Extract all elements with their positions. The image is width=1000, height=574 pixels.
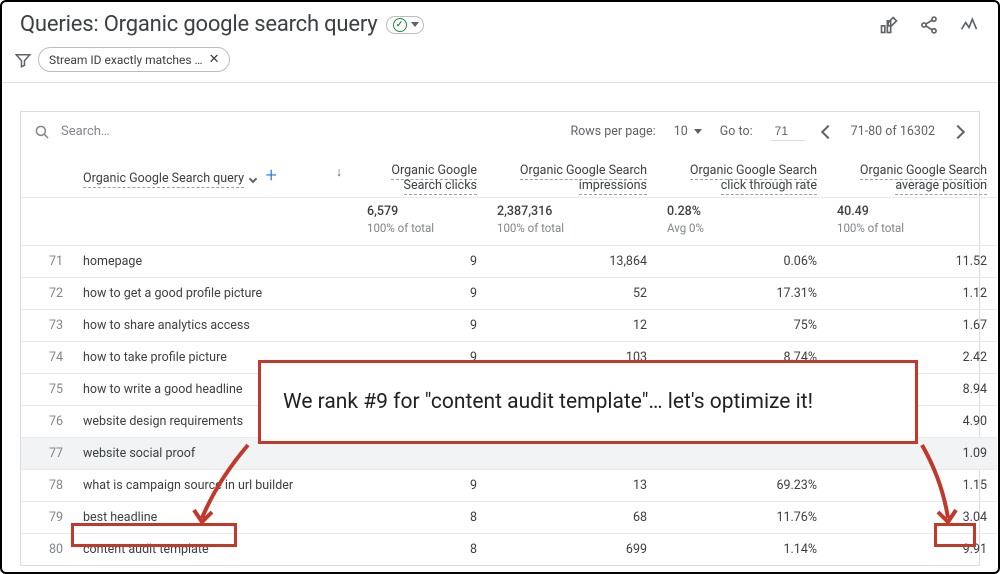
- sort-indicator[interactable]: ↓: [321, 149, 357, 198]
- row-clicks: 9: [357, 310, 487, 342]
- rows-per-page-label: Rows per page:: [570, 124, 655, 139]
- row-index: 72: [21, 278, 73, 310]
- table-row[interactable]: 71homepage 913,8640.06%11.52: [21, 246, 997, 278]
- summary-row-sub: 100% of total 100% of total Avg 0% 100% …: [21, 221, 997, 246]
- filter-row: Stream ID exactly matches … ✕: [2, 43, 998, 83]
- row-query: best headline: [73, 502, 321, 534]
- annotation-callout: We rank #9 for "content audit template"……: [258, 360, 918, 444]
- row-index: 74: [21, 342, 73, 374]
- chart-edit-icon[interactable]: [878, 14, 900, 36]
- rows-per-page-select[interactable]: 10: [674, 124, 702, 139]
- pagination: Rows per page: 10 Go to: 71-80 of 16302: [570, 122, 963, 141]
- row-ctr: 69.23%: [657, 470, 827, 502]
- row-index: 71: [21, 246, 73, 278]
- row-query: content audit template: [73, 534, 321, 566]
- header-actions: [878, 14, 980, 36]
- row-index: 78: [21, 470, 73, 502]
- row-index: 76: [21, 406, 73, 438]
- chip-close-icon[interactable]: ✕: [209, 52, 220, 67]
- row-clicks: 8: [357, 502, 487, 534]
- row-ctr: 75%: [657, 310, 827, 342]
- column-ctr[interactable]: Organic Google Search click through rate: [657, 149, 827, 198]
- row-impressions: 68: [487, 502, 657, 534]
- title-main: Organic google search query: [104, 12, 378, 37]
- table-row[interactable]: 72how to get a good profile picture 95217…: [21, 278, 997, 310]
- header-left: Queries: Organic google search query ✓: [20, 12, 424, 37]
- page-prev-icon[interactable]: [821, 124, 835, 138]
- row-ctr: 0.06%: [657, 246, 827, 278]
- row-impressions: 12: [487, 310, 657, 342]
- row-query: homepage: [73, 246, 321, 278]
- row-avg-position: 9.91: [827, 534, 997, 566]
- row-clicks: 8: [357, 534, 487, 566]
- search-placeholder: Search…: [61, 124, 110, 139]
- status-badge-dropdown[interactable]: ✓: [386, 16, 424, 34]
- row-avg-position: 11.52: [827, 246, 997, 278]
- row-query: how to share analytics access: [73, 310, 321, 342]
- row-impressions: 13: [487, 470, 657, 502]
- filter-icon[interactable]: [14, 51, 32, 69]
- queries-table: Organic Google Search query + ↓ Organic …: [21, 149, 997, 565]
- checkmark-icon: ✓: [393, 18, 407, 32]
- row-index: 73: [21, 310, 73, 342]
- row-index: 75: [21, 374, 73, 406]
- row-impressions: 52: [487, 278, 657, 310]
- report-card: Search… Rows per page: 10 Go to: 71-80 o…: [20, 111, 980, 566]
- row-query: what is campaign source in url builder: [73, 470, 321, 502]
- caret-down-icon: [249, 175, 257, 183]
- table-row[interactable]: 80content audit template 86991.14%9.91: [21, 534, 997, 566]
- row-clicks: 9: [357, 278, 487, 310]
- annotation-text: We rank #9 for "content audit template"……: [283, 390, 813, 414]
- header-bar: Queries: Organic google search query ✓: [2, 2, 998, 43]
- summary-row: 6,579 2,387,316 0.28% 40.49: [21, 198, 997, 222]
- row-avg-position: 1.15: [827, 470, 997, 502]
- table-row[interactable]: 73how to share analytics access 91275%1.6…: [21, 310, 997, 342]
- table-row[interactable]: 79best headline 86811.76%3.04: [21, 502, 997, 534]
- goto-input[interactable]: [771, 122, 805, 141]
- row-avg-position: 1.67: [827, 310, 997, 342]
- rows-per-page-value: 10: [674, 124, 688, 139]
- row-impressions: 13,864: [487, 246, 657, 278]
- title-prefix: Queries:: [20, 12, 98, 37]
- filter-chip-stream-id[interactable]: Stream ID exactly matches … ✕: [38, 47, 230, 72]
- row-clicks: 9: [357, 470, 487, 502]
- insights-icon[interactable]: [958, 14, 980, 36]
- row-index: 80: [21, 534, 73, 566]
- column-clicks[interactable]: Organic Google Search clicks: [357, 149, 487, 198]
- row-clicks: 9: [357, 246, 487, 278]
- column-query[interactable]: Organic Google Search query +: [73, 149, 321, 198]
- row-ctr: 17.31%: [657, 278, 827, 310]
- filter-chip-label: Stream ID exactly matches …: [49, 53, 203, 67]
- search-icon: [33, 123, 51, 141]
- goto-label: Go to:: [720, 124, 753, 139]
- row-avg-position: 1.12: [827, 278, 997, 310]
- page-range-text: 71-80 of 16302: [851, 124, 935, 139]
- row-query: how to get a good profile picture: [73, 278, 321, 310]
- row-impressions: 699: [487, 534, 657, 566]
- row-ctr: 11.76%: [657, 502, 827, 534]
- row-avg-position: 3.04: [827, 502, 997, 534]
- table-row[interactable]: 78what is campaign source in url builder…: [21, 470, 997, 502]
- card-toolbar: Search… Rows per page: 10 Go to: 71-80 o…: [21, 112, 979, 149]
- page-title: Queries: Organic google search query: [20, 12, 378, 37]
- add-dimension-icon[interactable]: +: [266, 163, 277, 187]
- row-ctr: 1.14%: [657, 534, 827, 566]
- row-index: 79: [21, 502, 73, 534]
- caret-down-icon: [411, 22, 419, 27]
- caret-down-icon: [694, 129, 702, 134]
- column-avg-position[interactable]: Organic Google Search average position: [827, 149, 997, 198]
- row-index: 77: [21, 438, 73, 470]
- search-input-wrap[interactable]: Search…: [33, 123, 110, 141]
- column-impressions[interactable]: Organic Google Search impressions: [487, 149, 657, 198]
- share-icon[interactable]: [918, 14, 940, 36]
- page-next-icon[interactable]: [951, 124, 965, 138]
